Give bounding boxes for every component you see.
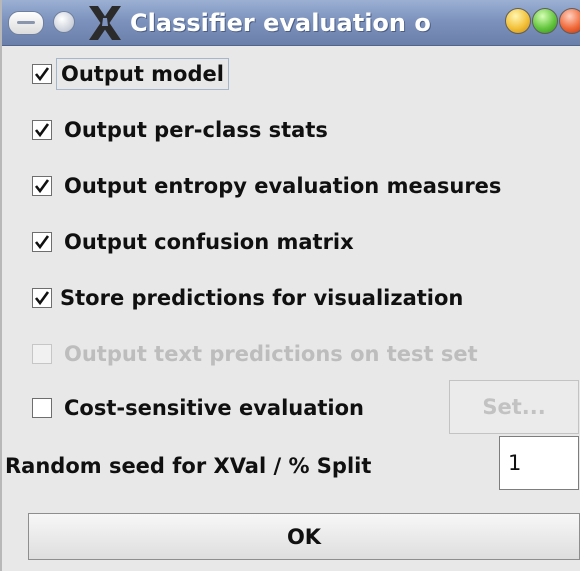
shade-icon[interactable] [53,11,75,33]
cost-sensitive-evaluation-checkbox[interactable] [32,398,52,418]
output-model-label: Output model [56,58,229,90]
window-menu-icon[interactable] [8,11,44,35]
output-per-class-stats-checkbox[interactable] [32,120,52,140]
output-entropy-measures-option[interactable]: Output entropy evaluation measures [32,168,501,204]
store-predictions-checkbox[interactable] [32,288,52,308]
output-text-predictions-label: Output text predictions on test set [64,342,478,366]
x11-logo-icon [89,6,121,40]
output-per-class-stats-label: Output per-class stats [64,118,328,142]
minimize-icon[interactable] [505,8,531,34]
maximize-icon[interactable] [532,8,558,34]
checkmark-icon [34,123,50,138]
output-model-option[interactable]: Output model [32,56,229,92]
checkmark-icon [34,67,50,82]
window-title: Classifier evaluation o [130,9,431,37]
random-seed-input[interactable] [499,436,579,490]
output-confusion-matrix-label: Output confusion matrix [64,230,354,254]
cost-sensitive-evaluation-option[interactable]: Cost-sensitive evaluation [32,390,364,426]
classifier-evaluation-dialog: Classifier evaluation o Output model Out… [0,0,580,571]
output-confusion-matrix-checkbox[interactable] [32,232,52,252]
checkmark-icon [34,179,50,194]
title-bar[interactable]: Classifier evaluation o [2,0,580,46]
checkmark-icon [34,235,50,250]
store-predictions-option[interactable]: Store predictions for visualization [32,280,463,316]
output-model-checkbox[interactable] [32,64,52,84]
output-entropy-measures-checkbox[interactable] [32,176,52,196]
ok-button[interactable]: OK [28,513,580,560]
close-icon[interactable] [559,8,580,34]
output-text-predictions-option: Output text predictions on test set [32,336,478,372]
output-text-predictions-checkbox [32,344,52,364]
store-predictions-label: Store predictions for visualization [60,286,464,310]
output-entropy-measures-label: Output entropy evaluation measures [64,174,502,198]
output-confusion-matrix-option[interactable]: Output confusion matrix [32,224,354,260]
checkmark-icon [34,291,50,306]
output-per-class-stats-option[interactable]: Output per-class stats [32,112,328,148]
set-cost-matrix-button: Set... [449,380,579,434]
cost-sensitive-evaluation-label: Cost-sensitive evaluation [64,396,364,420]
random-seed-label: Random seed for XVal / % Split [5,454,372,478]
